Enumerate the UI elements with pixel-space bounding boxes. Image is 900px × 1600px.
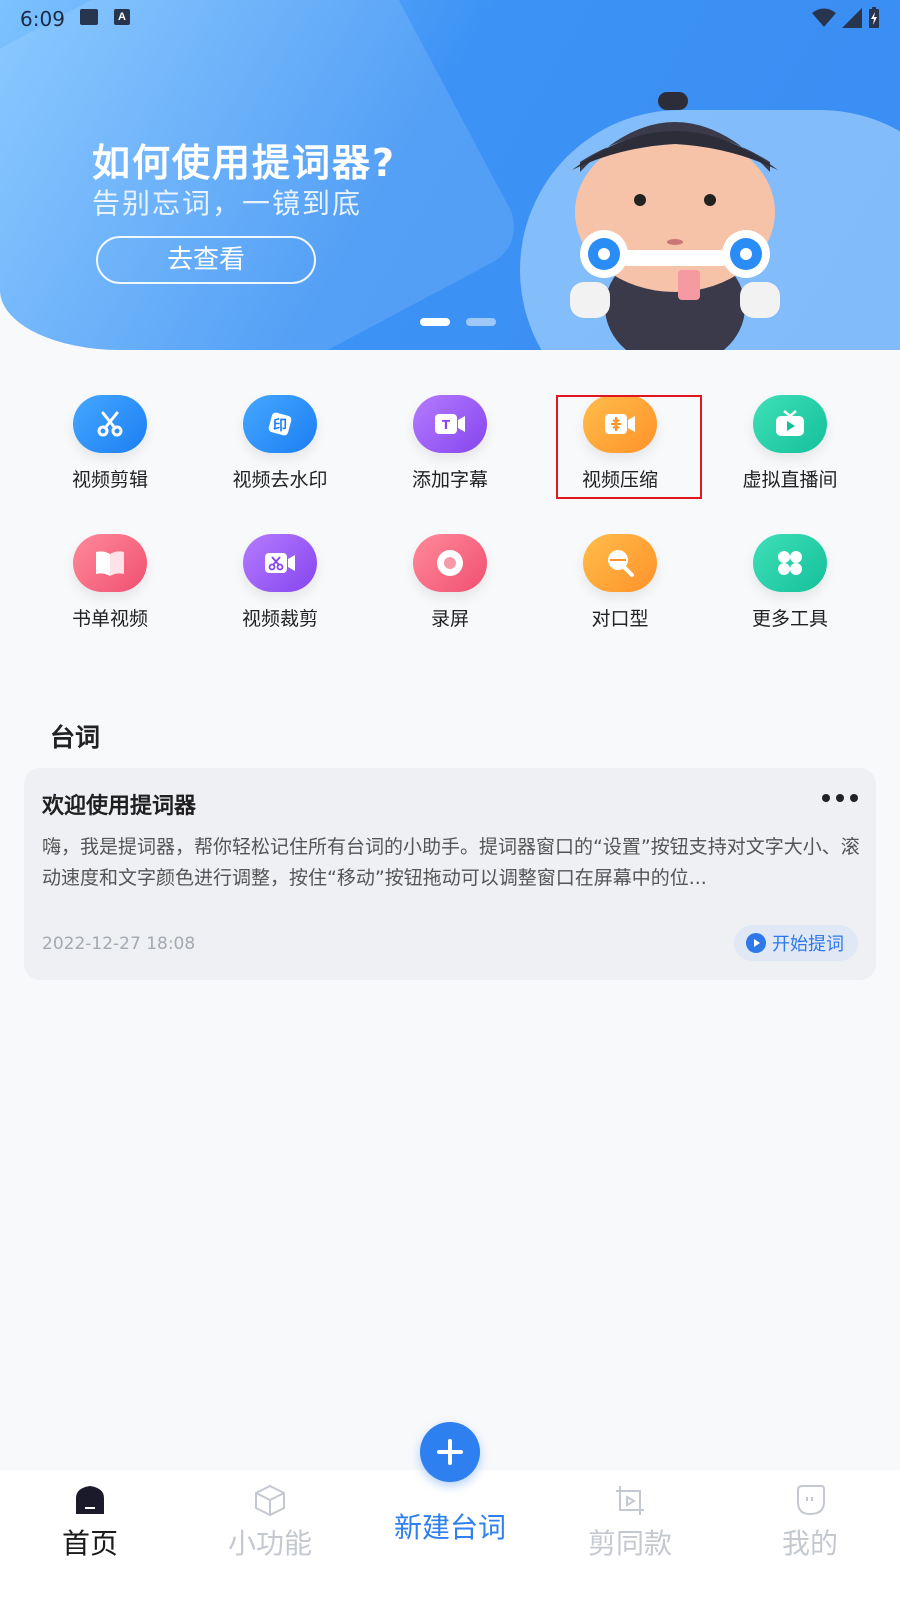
scissors-icon [73, 395, 147, 453]
nav-template[interactable]: 剪同款 [540, 1470, 720, 1600]
tool-lip-sync[interactable]: 对口型 [535, 532, 705, 642]
bottom-nav: 首页 小功能 新建台词 剪同款 我的 [0, 1470, 900, 1600]
tool-video-edit[interactable]: 视频剪辑 [25, 393, 195, 503]
status-time: 6:09 [20, 7, 65, 31]
more-tools-icon [753, 534, 827, 592]
template-icon [616, 1486, 644, 1515]
tool-booklist-video[interactable]: 书单视频 [25, 532, 195, 642]
svg-text:印: 印 [273, 417, 287, 434]
wifi-icon [812, 8, 836, 27]
svg-text:T: T [442, 418, 451, 432]
tool-label: 对口型 [591, 608, 649, 630]
tool-label: 视频裁剪 [241, 608, 318, 630]
tool-label: 录屏 [430, 608, 469, 630]
watermark-remove-icon: 印 [243, 395, 317, 453]
nav-home[interactable]: 首页 [0, 1470, 180, 1600]
tool-watermark-remove[interactable]: 印 视频去水印 [195, 393, 365, 503]
start-prompt-label: 开始提词 [772, 934, 844, 955]
tool-label: 虚拟直播间 [742, 469, 838, 491]
start-prompt-button[interactable]: 开始提词 [734, 925, 858, 961]
banner[interactable]: 如何使用提词器? 告别忘词，一镜到底 去查看 [0, 0, 900, 350]
script-card[interactable]: 欢迎使用提词器 嗨，我是提词器，帮你轻松记住所有台词的小助手。提词器窗口的“设置… [24, 768, 876, 980]
tool-screen-record[interactable]: 录屏 [365, 532, 535, 642]
script-card-content: 嗨，我是提词器，帮你轻松记住所有台词的小助手。提词器窗口的“设置”按钮支持对文字… [42, 836, 860, 889]
nav-label: 剪同款 [587, 1527, 672, 1560]
signal-icon [842, 8, 862, 28]
battery-icon [869, 7, 879, 28]
more-options-icon[interactable] [822, 794, 858, 802]
tool-virtual-live[interactable]: 虚拟直播间 [705, 393, 875, 503]
cube-icon [255, 1484, 285, 1516]
tool-label: 添加字幕 [411, 469, 488, 491]
home-icon [76, 1486, 104, 1514]
pagination-dot [466, 318, 496, 326]
nav-small-features[interactable]: 小功能 [180, 1470, 360, 1600]
section-title: 台词 [50, 723, 101, 752]
nav-profile[interactable]: 我的 [720, 1470, 900, 1600]
highlight-box [556, 395, 702, 499]
banner-view-button[interactable]: 去查看 [96, 236, 316, 284]
subtitle-icon: T [413, 395, 487, 453]
play-icon [746, 933, 766, 953]
mascot-illustration [570, 92, 780, 350]
nav-label: 首页 [61, 1527, 118, 1560]
record-icon [413, 534, 487, 592]
tv-live-icon [753, 395, 827, 453]
status-bar: 6:09 A [0, 0, 900, 36]
tool-video-crop[interactable]: 视频裁剪 [195, 532, 365, 642]
script-card-date: 2022-12-27 18:08 [42, 934, 196, 954]
nav-new-script[interactable]: 新建台词 [360, 1470, 540, 1600]
new-script-button[interactable] [420, 1422, 480, 1482]
tool-more-tools[interactable]: 更多工具 [705, 532, 875, 642]
plus-icon [437, 1439, 463, 1465]
tool-label: 书单视频 [71, 608, 148, 630]
tool-label: 视频去水印 [232, 469, 328, 491]
nav-label: 我的 [781, 1527, 838, 1560]
book-icon [73, 534, 147, 592]
image-notification-icon [80, 9, 98, 25]
tool-add-subtitle[interactable]: T 添加字幕 [365, 393, 535, 503]
banner-subtitle: 告别忘词，一镜到底 [92, 187, 363, 220]
tool-label: 视频剪辑 [71, 469, 148, 491]
nav-label: 新建台词 [393, 1511, 506, 1544]
script-card-title: 欢迎使用提词器 [42, 794, 197, 819]
banner-title: 如何使用提词器? [92, 141, 397, 185]
nav-label: 小功能 [227, 1527, 312, 1560]
crop-video-icon [243, 534, 317, 592]
a-notification-icon: A [114, 9, 130, 25]
tool-label: 更多工具 [751, 608, 828, 630]
profile-icon [797, 1485, 825, 1516]
lipsync-icon [583, 534, 657, 592]
pagination-dot-active [420, 318, 450, 326]
banner-pagination [420, 318, 496, 326]
